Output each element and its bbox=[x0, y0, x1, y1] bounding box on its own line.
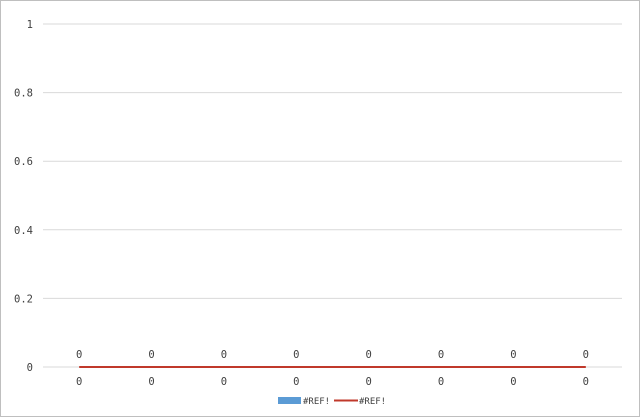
legend-bar-label: #REF! bbox=[303, 397, 330, 407]
x-tick-label: 0 bbox=[510, 376, 516, 388]
legend-line-label: #REF! bbox=[359, 397, 386, 407]
chart: 0 0.2 0.4 0.6 0.8 1 0 0 0 0 0 0 0 0 0 0 0 0 0 0 0 0 #REF! #… bbox=[0, 0, 640, 417]
x-tick-label: 0 bbox=[583, 376, 589, 388]
data-label: 0 bbox=[438, 349, 444, 361]
y-tick-label: 1 bbox=[27, 19, 33, 31]
data-label: 0 bbox=[76, 349, 82, 361]
data-label: 0 bbox=[366, 349, 372, 361]
x-tick-label: 0 bbox=[366, 376, 372, 388]
legend-bar-swatch bbox=[278, 397, 301, 404]
y-tick-label: 0.4 bbox=[14, 225, 33, 237]
x-tick-label: 0 bbox=[76, 376, 82, 388]
y-tick-label: 0.2 bbox=[14, 293, 33, 305]
x-tick-label: 0 bbox=[438, 376, 444, 388]
y-tick-label: 0.8 bbox=[14, 88, 33, 100]
x-tick-label: 0 bbox=[221, 376, 227, 388]
x-tick-label: 0 bbox=[148, 376, 154, 388]
y-tick-label: 0.6 bbox=[14, 156, 33, 168]
data-label: 0 bbox=[148, 349, 154, 361]
chart-border bbox=[0, 0, 640, 417]
data-label: 0 bbox=[293, 349, 299, 361]
x-tick-label: 0 bbox=[293, 376, 299, 388]
data-label: 0 bbox=[583, 349, 589, 361]
data-label: 0 bbox=[221, 349, 227, 361]
y-tick-label: 0 bbox=[27, 362, 33, 374]
data-label: 0 bbox=[510, 349, 516, 361]
